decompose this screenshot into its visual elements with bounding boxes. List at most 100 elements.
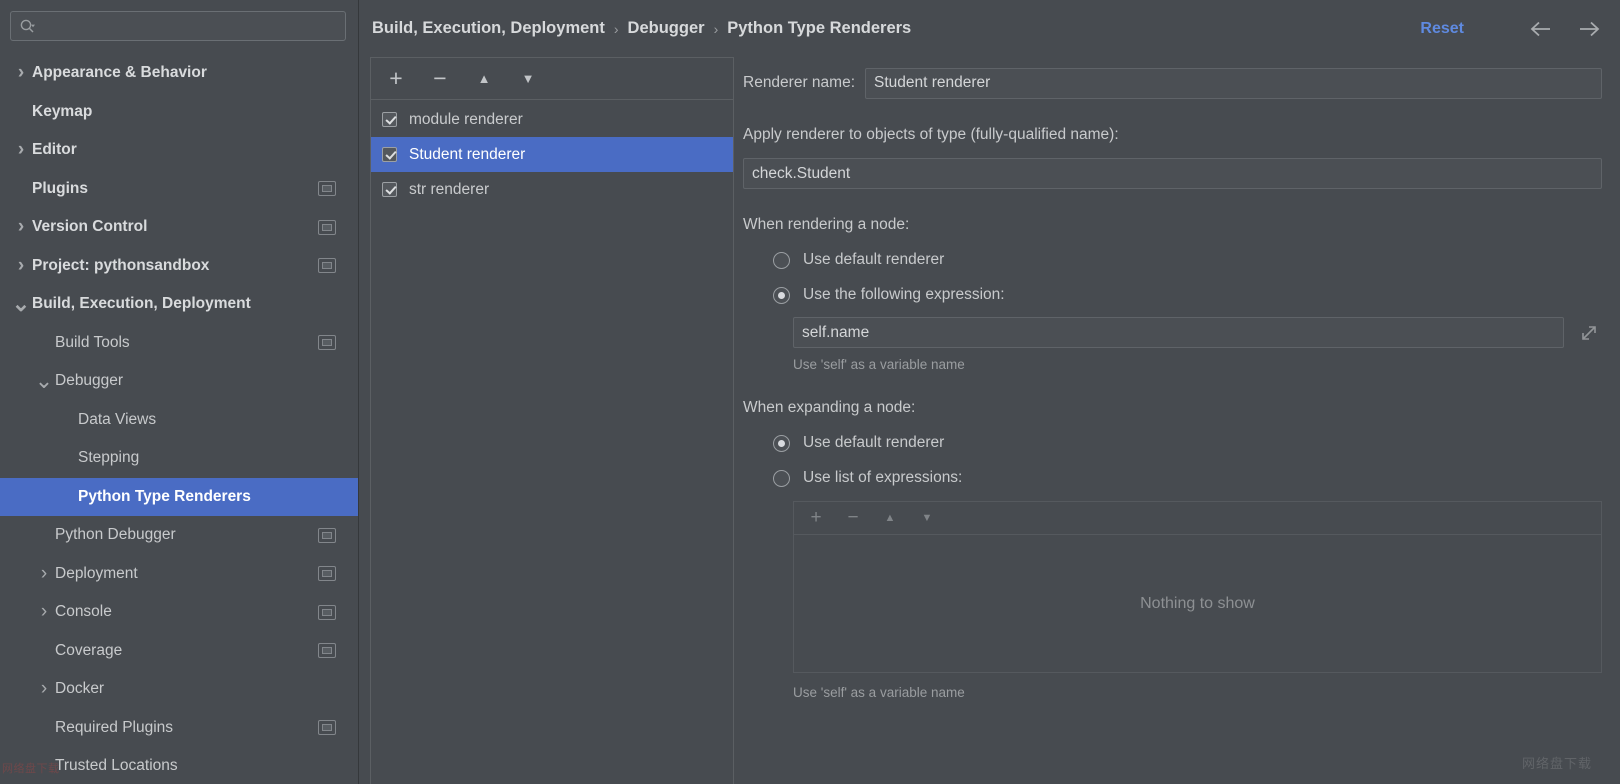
sidebar-item-version-control[interactable]: ›Version Control: [0, 208, 358, 247]
renderer-settings-pane: Renderer name: Apply renderer to objects…: [734, 57, 1620, 784]
move-down-button[interactable]: ▼: [515, 66, 541, 92]
chevron-right-icon[interactable]: ›: [33, 601, 55, 623]
sidebar-item-label: Console: [55, 603, 318, 621]
project-scope-icon: [318, 566, 336, 581]
sidebar-item-project-pythonsandbox[interactable]: ›Project: pythonsandbox: [0, 247, 358, 286]
breadcrumb-item[interactable]: Debugger: [628, 19, 705, 38]
rendering-expression-radio[interactable]: [773, 287, 790, 304]
sidebar-item-required-plugins[interactable]: ›Required Plugins: [0, 709, 358, 748]
sidebar-item-data-views[interactable]: ›Data Views: [0, 401, 358, 440]
sidebar-item-label: Stepping: [78, 449, 358, 467]
sidebar-item-label: Editor: [32, 141, 358, 159]
expanding-list-label: Use list of expressions:: [803, 469, 962, 487]
apply-type-row: [743, 158, 1602, 189]
expression-list-body: Nothing to show: [794, 535, 1601, 672]
breadcrumb-separator: ›: [614, 21, 619, 37]
apply-renderer-label: Apply renderer to objects of type (fully…: [743, 126, 1602, 144]
rendering-default-label: Use default renderer: [803, 251, 944, 269]
search-box[interactable]: [10, 11, 346, 41]
sidebar-item-label: Plugins: [32, 180, 318, 198]
search-input[interactable]: [36, 18, 337, 34]
expanding-hint: Use 'self' as a variable name: [743, 685, 1602, 700]
sidebar-item-editor[interactable]: ›Editor: [0, 131, 358, 170]
settings-tree: ›Appearance & Behavior›Keymap›Editor›Plu…: [0, 54, 358, 784]
main-body: +−▲▼ module rendererStudent rendererstr …: [359, 57, 1620, 784]
sidebar-item-python-type-renderers[interactable]: ›Python Type Renderers: [0, 478, 358, 517]
sidebar-item-label: Required Plugins: [55, 719, 318, 737]
reset-button[interactable]: Reset: [1420, 20, 1464, 38]
sidebar-item-keymap[interactable]: ›Keymap: [0, 93, 358, 132]
renderer-list-item[interactable]: Student renderer: [371, 137, 733, 172]
expression-down-button[interactable]: ▼: [916, 507, 938, 529]
sidebar-item-plugins[interactable]: ›Plugins: [0, 170, 358, 209]
rendering-expression-label: Use the following expression:: [803, 286, 1005, 304]
arrow-left-icon[interactable]: [1528, 20, 1554, 38]
sidebar-item-appearance-behavior[interactable]: ›Appearance & Behavior: [0, 54, 358, 93]
rendering-expression-input[interactable]: [793, 317, 1564, 348]
project-scope-icon: [318, 181, 336, 196]
renderer-list-item-label: module renderer: [409, 111, 523, 129]
breadcrumb-item: Python Type Renderers: [727, 19, 911, 38]
renderer-enabled-checkbox[interactable]: [382, 112, 397, 127]
sidebar-item-build-tools[interactable]: ›Build Tools: [0, 324, 358, 363]
renderer-list-item[interactable]: module renderer: [371, 102, 733, 137]
expand-diagonal-icon[interactable]: [1578, 322, 1600, 344]
remove-expression-button[interactable]: −: [842, 507, 864, 529]
chevron-right-icon[interactable]: ›: [10, 139, 32, 161]
sidebar-item-deployment[interactable]: ›Deployment: [0, 555, 358, 594]
sidebar-item-label: Version Control: [32, 218, 318, 236]
sidebar-item-label: Trusted Locations: [55, 757, 358, 775]
sidebar-item-debugger[interactable]: ⌄Debugger: [0, 362, 358, 401]
rendering-default-radio[interactable]: [773, 252, 790, 269]
renderer-enabled-checkbox[interactable]: [382, 147, 397, 162]
chevron-right-icon[interactable]: ›: [33, 678, 55, 700]
sidebar-item-trusted-locations[interactable]: ›Trusted Locations: [0, 747, 358, 784]
empty-state-text: Nothing to show: [1140, 595, 1255, 613]
sidebar-item-label: Data Views: [78, 411, 358, 429]
expanding-list-radio[interactable]: [773, 470, 790, 487]
rendering-expression-radio-row[interactable]: Use the following expression:: [743, 286, 1602, 304]
sidebar-item-python-debugger[interactable]: ›Python Debugger: [0, 516, 358, 555]
renderer-name-row: Renderer name:: [743, 67, 1602, 99]
sidebar-item-docker[interactable]: ›Docker: [0, 670, 358, 709]
chevron-down-icon[interactable]: ⌄: [10, 299, 32, 309]
renderer-list: module renderer Student rendererstr rende…: [371, 100, 733, 784]
expanding-default-radio[interactable]: [773, 435, 790, 452]
sidebar-item-label: Appearance & Behavior: [32, 64, 358, 82]
expression-up-button[interactable]: ▲: [879, 507, 901, 529]
chevron-right-icon[interactable]: ›: [33, 563, 55, 585]
sidebar-item-label: Python Type Renderers: [78, 488, 358, 506]
settings-main: Build, Execution, Deployment›Debugger›Py…: [359, 0, 1620, 784]
chevron-right-icon[interactable]: ›: [10, 255, 32, 277]
renderer-list-item[interactable]: str renderer: [371, 172, 733, 207]
rendering-default-radio-row[interactable]: Use default renderer: [743, 251, 1602, 269]
add-renderer-button[interactable]: +: [383, 66, 409, 92]
project-scope-icon: [318, 335, 336, 350]
apply-type-input[interactable]: [743, 158, 1602, 189]
renderer-name-input[interactable]: [865, 68, 1602, 99]
expression-list-toolbar: +−▲ ▼: [794, 502, 1601, 535]
expanding-default-radio-row[interactable]: Use default renderer: [743, 434, 1602, 452]
breadcrumb-item[interactable]: Build, Execution, Deployment: [372, 19, 605, 38]
expression-list-panel: +−▲ ▼ Nothing to show: [793, 501, 1602, 673]
chevron-right-icon[interactable]: ›: [10, 62, 32, 84]
arrow-right-icon[interactable]: [1576, 20, 1602, 38]
rendering-hint: Use 'self' as a variable name: [743, 357, 1602, 372]
sidebar-item-label: Deployment: [55, 565, 318, 583]
move-up-button[interactable]: ▲: [471, 66, 497, 92]
expanding-list-radio-row[interactable]: Use list of expressions:: [743, 469, 1602, 487]
sidebar-item-console[interactable]: ›Console: [0, 593, 358, 632]
sidebar-item-label: Keymap: [32, 103, 358, 121]
chevron-right-icon[interactable]: ›: [10, 216, 32, 238]
project-scope-icon: [318, 220, 336, 235]
add-expression-button[interactable]: +: [805, 507, 827, 529]
sidebar-item-build-execution-deployment[interactable]: ⌄Build, Execution, Deployment: [0, 285, 358, 324]
when-rendering-label: When rendering a node:: [743, 216, 1602, 234]
chevron-down-icon[interactable]: ⌄: [33, 376, 55, 386]
sidebar-item-stepping[interactable]: ›Stepping: [0, 439, 358, 478]
remove-renderer-button[interactable]: −: [427, 66, 453, 92]
sidebar-item-coverage[interactable]: ›Coverage: [0, 632, 358, 671]
renderer-enabled-checkbox[interactable]: [382, 182, 397, 197]
renderer-list-toolbar: +−▲ ▼: [371, 58, 733, 100]
breadcrumb: Build, Execution, Deployment›Debugger›Py…: [372, 19, 911, 38]
